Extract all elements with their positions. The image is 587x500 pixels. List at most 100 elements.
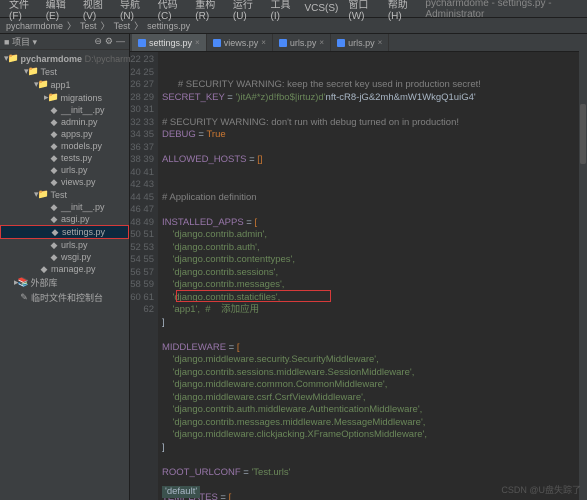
tree-item-manage-py[interactable]: ◆manage.py [0,263,129,275]
folder-icon: 📁 [39,80,49,90]
menu-help[interactable]: 帮助(H) [383,0,421,22]
py-icon: ◆ [49,252,59,262]
menu-tools[interactable]: 工具(I) [265,0,299,22]
lib-icon: 📚 [19,278,29,288]
py-icon: ◆ [49,214,59,224]
tree-item-admin-py[interactable]: ◆admin.py [0,116,129,128]
close-icon[interactable]: × [378,38,383,47]
tree-item-label: app1 [51,80,71,90]
tree-item-__init__-py[interactable]: ◆__init__.py [0,104,129,116]
tree-item-label: __init__.py [61,202,105,212]
tree-item-label: admin.py [61,117,98,127]
python-file-icon [337,39,345,47]
settings-icon[interactable]: ⚙ [105,36,113,47]
menu-file[interactable]: 文件(F) [4,0,41,22]
tree-item-label: wsgi.py [61,252,91,262]
tree-item-Test[interactable]: ▾ 📁Test [0,188,129,201]
scrollbar-vertical[interactable] [579,34,587,500]
project-label: ■ 项目 ▾ [4,35,37,48]
tree-item-label: migrations [61,93,103,103]
tree-item-views-py[interactable]: ◆views.py [0,176,129,188]
tab-urls-py[interactable]: urls.py× [273,34,331,51]
tree-item-urls-py[interactable]: ◆urls.py [0,239,129,251]
tree-item-label: settings.py [62,227,105,237]
folder-icon: 📁 [49,93,59,103]
menu-vcs[interactable]: VCS(S) [299,3,343,14]
project-toolwindow-header: ■ 项目 ▾ ⊖ ⚙ — [0,34,129,50]
window-title: pycharmdome - settings.py - Administrato… [420,0,583,20]
py-icon: ◆ [49,141,59,151]
code-editor[interactable]: 22 23 24 25 26 27 28 29 30 31 32 33 34 3… [130,52,587,500]
tree-item-外部库[interactable]: ▸ 📚外部库 [0,275,129,290]
python-file-icon [279,39,287,47]
tree-item-label: models.py [61,141,102,151]
tree-item-urls-py[interactable]: ◆urls.py [0,164,129,176]
editor-area: settings.py×views.py×urls.py×urls.py× 22… [130,34,587,500]
crumb[interactable]: Test [114,21,131,31]
folder-icon: 📁 [39,190,49,200]
close-icon[interactable]: × [319,38,324,47]
crumb[interactable]: pycharmdome [6,21,63,31]
folder-icon: 📁 [9,54,19,64]
tree-item-apps-py[interactable]: ◆apps.py [0,128,129,140]
python-file-icon [213,39,221,47]
close-icon[interactable]: × [261,38,266,47]
tree-item-Test[interactable]: ▾ 📁Test [0,65,129,78]
tree-item-models-py[interactable]: ◆models.py [0,140,129,152]
close-icon[interactable]: × [195,38,200,47]
tree-item-label: 外部库 [31,276,58,289]
tree-item-label: urls.py [61,165,88,175]
scratch-icon: ✎ [19,293,29,303]
menu-run[interactable]: 运行(U) [228,0,266,22]
py-icon: ◆ [39,264,49,274]
tree-item-settings-py[interactable]: ◆settings.py [0,225,129,239]
py-icon: ◆ [49,129,59,139]
menu-bar: 文件(F) 编辑(E) 视图(V) 导航(N) 代码(C) 重构(R) 运行(U… [0,0,587,18]
line-gutter: 22 23 24 25 26 27 28 29 30 31 32 33 34 3… [130,52,158,500]
breadcrumb-code: 'default' [162,486,200,499]
project-sidebar: ■ 项目 ▾ ⊖ ⚙ — ▾ 📁 pycharmdome D:\pycharmd… [0,34,130,500]
py-icon: ◆ [49,240,59,250]
watermark: CSDN @U盘失踪了 [501,483,581,496]
crumb[interactable]: Test [80,21,97,31]
hide-icon[interactable]: — [116,36,125,47]
menu-code[interactable]: 代码(C) [153,0,191,22]
py-icon: ◆ [49,202,59,212]
tree-item-app1[interactable]: ▾ 📁app1 [0,78,129,91]
crumb[interactable]: settings.py [147,21,190,31]
tree-item-label: apps.py [61,129,93,139]
tab-views-py[interactable]: views.py× [207,34,273,51]
tree-item-label: tests.py [61,153,92,163]
tab-settings-py[interactable]: settings.py× [132,34,207,51]
scroll-thumb[interactable] [580,104,586,164]
tree-item-tests-py[interactable]: ◆tests.py [0,152,129,164]
menu-refactor[interactable]: 重构(R) [190,0,228,22]
editor-tabs: settings.py×views.py×urls.py×urls.py× [130,34,587,52]
tree-root[interactable]: ▾ 📁 pycharmdome D:\pycharmdome [0,52,129,65]
collapse-icon[interactable]: ⊖ [94,36,102,47]
tree-item-__init__-py[interactable]: ◆__init__.py [0,201,129,213]
tree-item-label: __init__.py [61,105,105,115]
menu-window[interactable]: 窗口(W) [343,0,382,22]
tree-item-label: 临时文件和控制台 [31,291,103,304]
py-icon: ◆ [49,105,59,115]
tree-item-wsgi-py[interactable]: ◆wsgi.py [0,251,129,263]
tree-item-label: asgi.py [61,214,90,224]
tree-item-migrations[interactable]: ▸ 📁migrations [0,91,129,104]
tab-urls-py[interactable]: urls.py× [331,34,389,51]
project-tree[interactable]: ▾ 📁 pycharmdome D:\pycharmdome ▾ 📁Test▾ … [0,50,129,307]
py-icon: ◆ [49,153,59,163]
py-icon: ◆ [49,165,59,175]
python-file-icon [138,39,146,47]
py-icon: ◆ [49,117,59,127]
tree-item-label: manage.py [51,264,96,274]
tree-item-label: views.py [61,177,96,187]
tree-item-临时文件和控制台[interactable]: ✎临时文件和控制台 [0,290,129,305]
tree-item-label: Test [51,190,68,200]
py-icon: ◆ [49,177,59,187]
py-icon: ◆ [50,227,60,237]
tree-item-asgi-py[interactable]: ◆asgi.py [0,213,129,225]
folder-icon: 📁 [29,67,39,77]
code-body[interactable]: # SECURITY WARNING: keep the secret key … [158,52,587,500]
tree-item-label: urls.py [61,240,88,250]
